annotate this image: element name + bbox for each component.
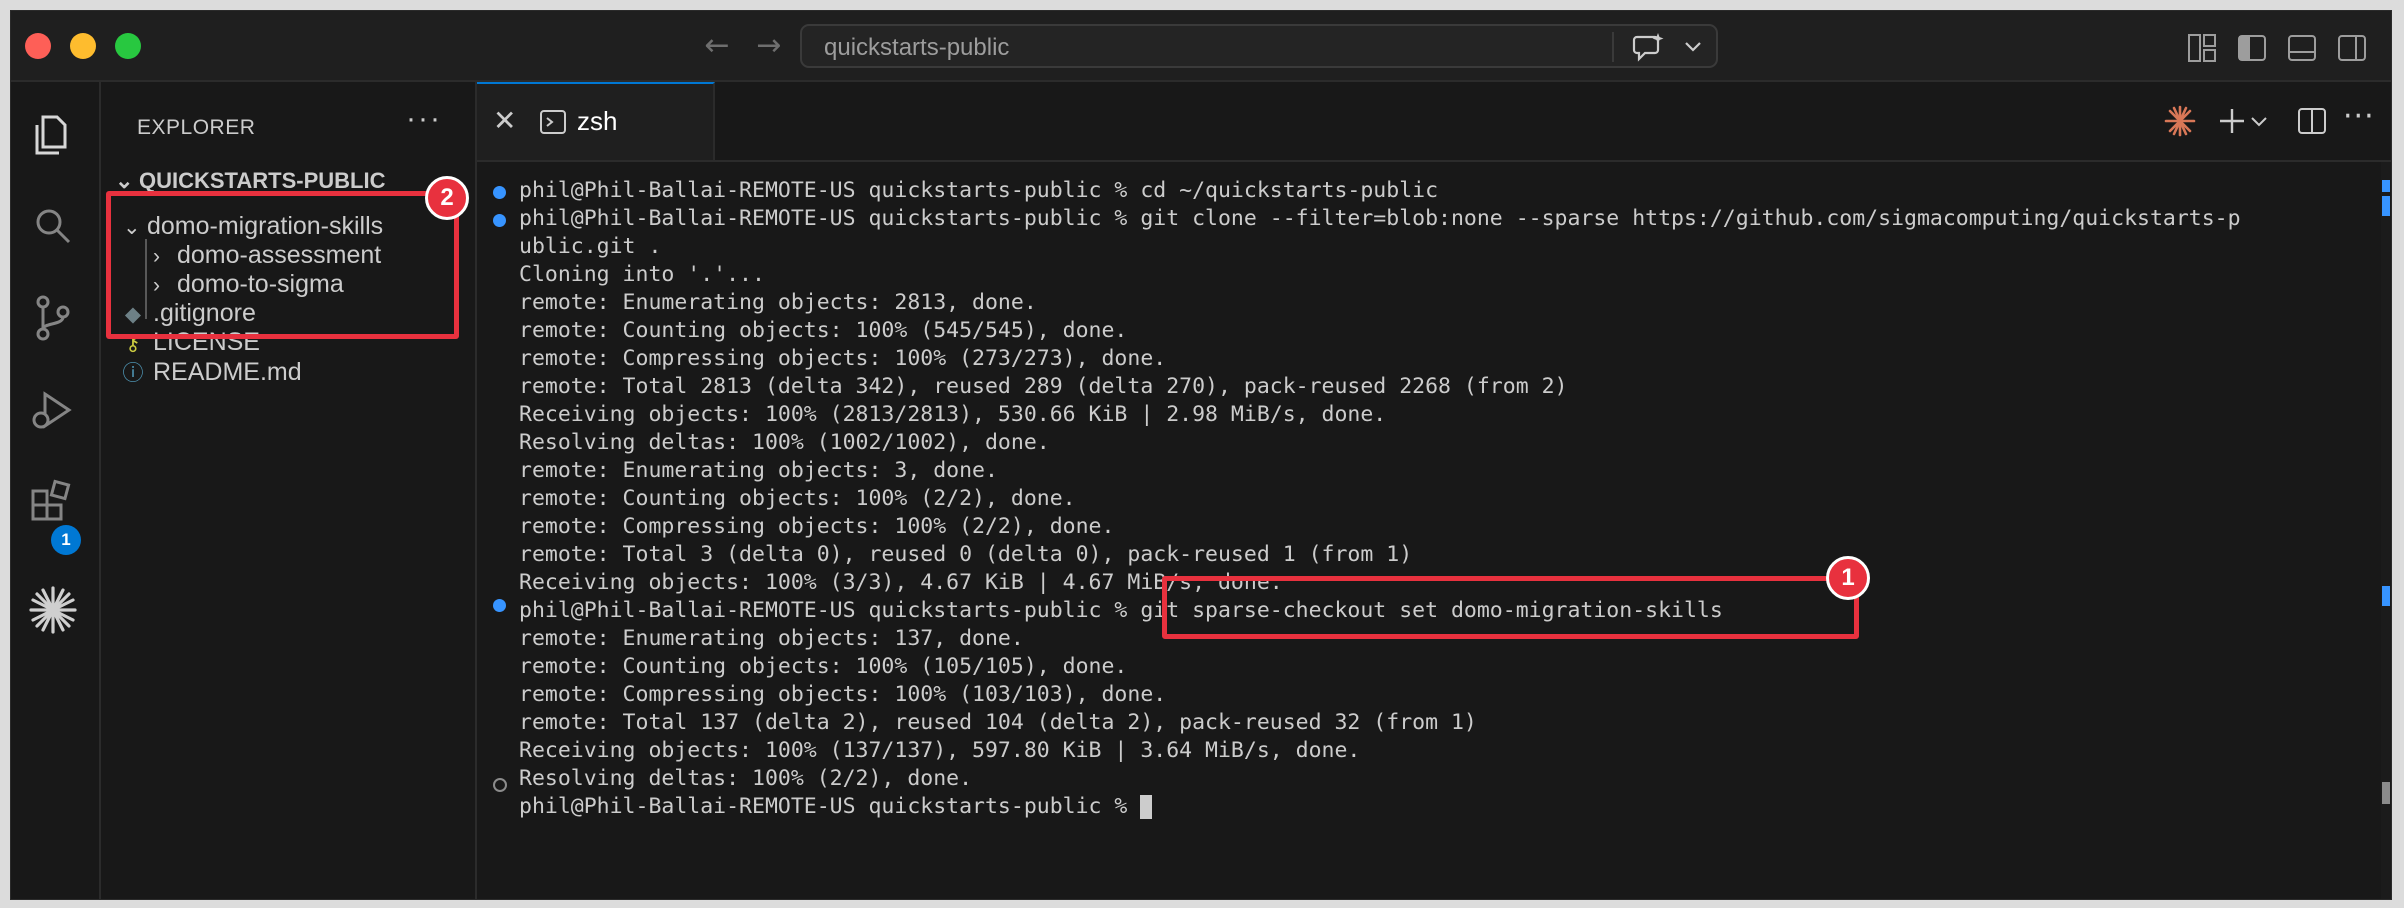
terminal-line: remote: Total 2813 (delta 342), reused 2… [519,374,1568,399]
minimize-window-button[interactable] [70,33,96,59]
command-center-divider [1612,32,1614,62]
customize-layout-icon[interactable] [2185,31,2219,65]
terminal-tab-label: zsh [577,106,618,136]
command-success-decoration[interactable] [493,599,506,612]
explorer-icon[interactable] [25,107,81,163]
info-icon: ⓘ [122,362,144,385]
annotation-box-2 [106,191,459,339]
terminal-line: remote: Total 137 (delta 2), reused 104 … [519,710,1477,735]
toggle-sidebar-icon[interactable] [2235,31,2269,65]
zoom-window-button[interactable] [115,33,141,59]
terminal-line: phil@Phil-Ballai-REMOTE-US quickstarts-p… [519,206,2241,231]
terminal-line: Receiving objects: 100% (137/137), 597.8… [519,738,1361,763]
source-control-icon[interactable] [25,290,81,346]
chat-sparkle-icon[interactable] [1632,31,1666,63]
terminal-line: remote: Counting objects: 100% (105/105)… [519,654,1128,679]
terminal-line: remote: Enumerating objects: 2813, done. [519,290,1037,315]
activity-bar: 1 [11,82,101,899]
terminal-prompt: phil@Phil-Ballai-REMOTE-US quickstarts-p… [519,794,1141,819]
extensions-icon[interactable] [25,475,81,531]
search-icon[interactable] [25,198,81,254]
explorer-title: EXPLORER [137,116,256,139]
more-actions-icon[interactable]: ··· [2343,102,2377,138]
terminal-line: Receiving objects: 100% (2813/2813), 530… [519,402,1387,427]
command-pending-decoration[interactable] [493,778,507,792]
claude-icon[interactable] [25,582,81,638]
terminal-line: Resolving deltas: 100% (2/2), done. [519,766,973,791]
terminal-line: ublic.git . [519,234,662,259]
annotation-number-2: 2 [425,176,469,220]
close-window-button[interactable] [25,33,51,59]
scrollbar-marker [2382,180,2390,192]
terminal-tab-zsh[interactable]: ✕ zsh [477,82,715,160]
explorer-more-actions[interactable]: ··· [406,102,442,136]
extensions-badge: 1 [51,525,81,555]
chevron-down-icon[interactable] [1682,32,1704,62]
workspace-root-label: QUICKSTARTS-PUBLIC [139,168,386,193]
title-bar: ← → quickstarts-public [11,11,2391,82]
tree-item-readme[interactable]: ⓘ README.md [119,357,302,387]
terminal-line: Cloning into '.'... [519,262,765,287]
terminal-cursor [1140,795,1153,819]
command-success-decoration[interactable] [493,214,506,227]
chevron-down-icon[interactable] [2249,104,2269,138]
scrollbar-marker [2382,196,2390,216]
run-debug-icon[interactable] [25,382,81,438]
terminal-line: remote: Counting objects: 100% (545/545)… [519,318,1128,343]
terminal-line: phil@Phil-Ballai-REMOTE-US quickstarts-p… [519,178,1439,203]
terminal-prompt-line[interactable]: phil@Phil-Ballai-REMOTE-US quickstarts-p… [519,793,1153,821]
split-terminal-icon[interactable] [2295,104,2329,138]
annotation-box-1 [1162,576,1859,639]
scrollbar-marker [2382,586,2390,606]
terminal-line: remote: Compressing objects: 100% (103/1… [519,682,1167,707]
back-icon[interactable]: ← [699,28,735,64]
terminal-icon [540,110,566,134]
terminal-line: remote: Total 3 (delta 0), reused 0 (del… [519,542,1413,567]
terminal-line: remote: Counting objects: 100% (2/2), do… [519,486,1076,511]
command-success-decoration[interactable] [493,186,506,199]
terminal-line: remote: Compressing objects: 100% (2/2),… [519,514,1115,539]
new-terminal-icon[interactable] [2215,104,2249,138]
tree-item-label: README.md [153,358,302,386]
terminal-line: Resolving deltas: 100% (1002/1002), done… [519,430,1050,455]
terminal-line: remote: Compressing objects: 100% (273/2… [519,346,1167,371]
terminal-panel[interactable]: phil@Phil-Ballai-REMOTE-US quickstarts-p… [477,162,2391,899]
toggle-secondary-sidebar-icon[interactable] [2335,31,2369,65]
claude-sparkle-icon[interactable] [2163,104,2197,138]
terminal-line: remote: Enumerating objects: 3, done. [519,458,998,483]
command-center[interactable]: quickstarts-public [800,24,1718,68]
terminal-line: remote: Enumerating objects: 137, done. [519,626,1024,651]
command-center-text: quickstarts-public [824,34,1010,61]
terminal-tabs-bar: ✕ zsh ··· [477,82,2391,162]
scrollbar-marker [2382,782,2390,804]
toggle-panel-icon[interactable] [2285,31,2319,65]
vscode-window: ← → quickstarts-public 1 EXPLORER ··· ⌄ … [10,10,2392,900]
close-icon[interactable]: ✕ [493,104,516,137]
annotation-number-1: 1 [1826,556,1870,600]
forward-icon[interactable]: → [751,28,787,64]
